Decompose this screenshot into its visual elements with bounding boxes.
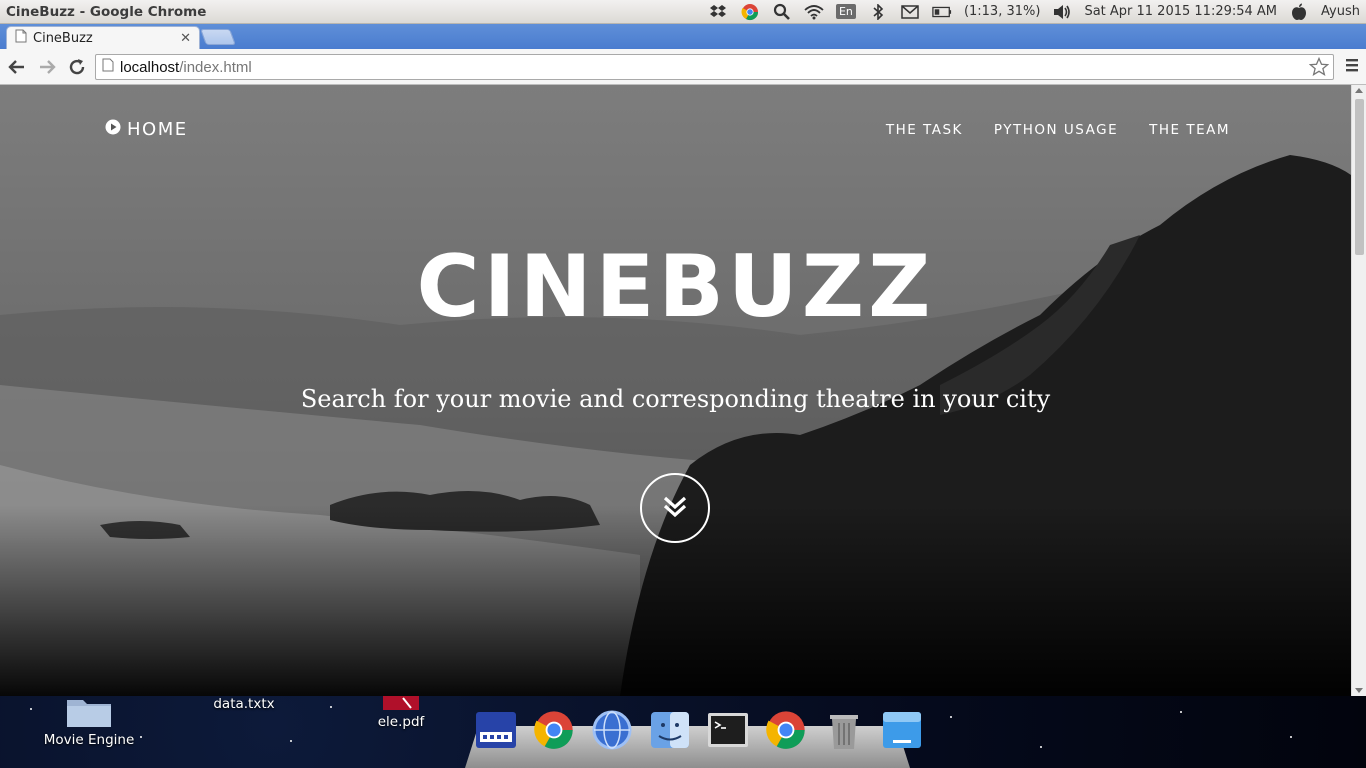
site-navbar: HOME THE TASK PYTHON USAGE THE TEAM (0, 85, 1351, 175)
trash-icon[interactable] (820, 708, 868, 752)
scroll-down-button[interactable] (640, 473, 710, 543)
battery-icon[interactable] (932, 3, 952, 21)
system-top-bar: CineBuzz - Google Chrome En (1:13, 31%) (0, 0, 1366, 24)
reload-button[interactable] (64, 54, 90, 80)
window-title: CineBuzz - Google Chrome (6, 3, 207, 20)
user-name[interactable]: Ayush (1321, 4, 1360, 19)
nav-links: THE TASK PYTHON USAGE THE TEAM (886, 122, 1230, 138)
star-dot (1180, 711, 1182, 713)
pdf-icon (383, 696, 419, 714)
scrollbar-thumb[interactable] (1355, 99, 1364, 255)
star-dot (1290, 736, 1292, 738)
page-scrollbar[interactable] (1351, 85, 1366, 696)
double-chevron-down-icon (661, 492, 689, 524)
mail-icon[interactable] (900, 3, 920, 21)
nav-link-python-usage[interactable]: PYTHON USAGE (994, 122, 1118, 138)
url-path: /index.html (179, 58, 252, 76)
system-tray: En (1:13, 31%) Sat Apr 11 2015 11:29:54 … (708, 3, 1366, 21)
scroll-up-arrow-icon[interactable] (1355, 88, 1363, 93)
dropbox-icon[interactable] (708, 3, 728, 21)
desktop-file-ele-pdf[interactable]: ele.pdf (368, 696, 434, 730)
desktop: Movie Engine data.txtx ele.pdf (0, 696, 1366, 768)
desktop-file-data-txtx[interactable]: data.txtx (200, 696, 288, 712)
terminal-icon[interactable] (704, 708, 752, 752)
tab-cinebuzz[interactable]: CineBuzz ✕ (6, 26, 200, 49)
home-label: HOME (127, 119, 188, 140)
star-dot (30, 708, 32, 710)
new-tab-button[interactable] (200, 29, 236, 45)
star-dot (140, 736, 142, 738)
url-host: localhost (120, 58, 180, 76)
tab-title: CineBuzz (33, 30, 93, 46)
desktop-item-label: Movie Engine (43, 732, 135, 748)
chrome-menu-icon[interactable] (1344, 57, 1360, 77)
desktop-icon[interactable] (878, 708, 926, 752)
close-icon[interactable]: ✕ (180, 31, 191, 46)
desktop-item-label: data.txtx (213, 696, 275, 712)
finder-icon[interactable] (646, 708, 694, 752)
back-button[interactable] (4, 54, 30, 80)
home-link[interactable]: HOME (105, 119, 188, 140)
star-dot (950, 716, 952, 718)
network-globe-icon[interactable] (588, 708, 636, 752)
dock (472, 708, 926, 752)
wifi-icon[interactable] (804, 3, 824, 21)
address-bar[interactable]: localhost/index.html (95, 54, 1334, 80)
hero-subtitle: Search for your movie and corresponding … (300, 385, 1051, 413)
nav-link-the-task[interactable]: THE TASK (886, 122, 963, 138)
desktop-item-label: ele.pdf (377, 714, 425, 730)
star-dot (1040, 746, 1042, 748)
battery-status: (1:13, 31%) (963, 4, 1041, 19)
chrome-icon[interactable] (762, 708, 810, 752)
hero-title: CINEBUZZ (416, 237, 935, 337)
play-circle-icon (105, 119, 121, 140)
desktop-folder-movie-engine[interactable]: Movie Engine (40, 696, 138, 748)
forward-button[interactable] (34, 54, 60, 80)
nav-link-the-team[interactable]: THE TEAM (1149, 122, 1230, 138)
keyboard-language-indicator[interactable]: En (835, 3, 856, 21)
page-icon (102, 58, 114, 76)
browser-toolbar: localhost/index.html (0, 49, 1366, 85)
bookmark-star-icon[interactable] (1308, 56, 1330, 81)
apple-icon[interactable] (1289, 3, 1309, 21)
page-icon (15, 29, 27, 47)
chrome-icon[interactable] (740, 3, 760, 21)
clock[interactable]: Sat Apr 11 2015 11:29:54 AM (1084, 4, 1277, 19)
volume-icon[interactable] (1052, 3, 1072, 21)
tab-strip: CineBuzz ✕ (0, 24, 1366, 49)
search-icon[interactable] (772, 3, 792, 21)
folder-icon (65, 700, 113, 732)
bluetooth-icon[interactable] (868, 3, 888, 21)
star-dot (290, 740, 292, 742)
file-manager-icon[interactable] (472, 708, 520, 752)
star-dot (330, 706, 332, 708)
scroll-down-arrow-icon[interactable] (1355, 688, 1363, 693)
chrome-icon[interactable] (530, 708, 578, 752)
page-viewport: HOME THE TASK PYTHON USAGE THE TEAM CINE… (0, 85, 1351, 696)
